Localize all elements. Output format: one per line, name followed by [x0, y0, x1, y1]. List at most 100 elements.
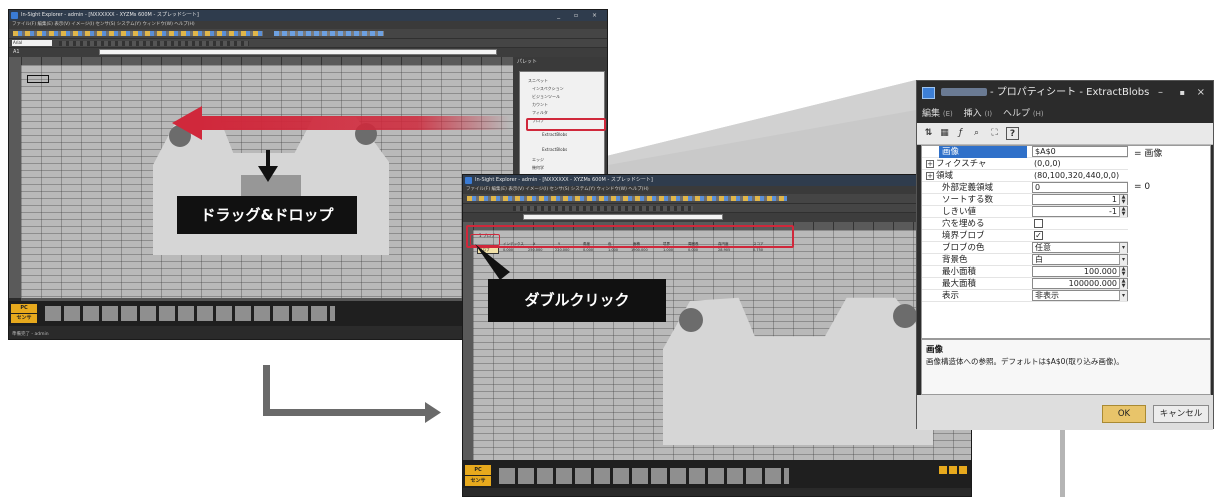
image-result-note: = 画像: [1134, 149, 1163, 159]
menu-insert-key: (I): [984, 110, 993, 118]
menu-insert[interactable]: 挿入 (I): [964, 109, 992, 119]
double-click-callout: ダブルクリック: [488, 279, 666, 322]
property-name: 領域: [936, 171, 954, 181]
background-color-select[interactable]: 白 ▾: [1032, 254, 1128, 265]
property-name: しきい値: [942, 207, 977, 217]
sort-icon[interactable]: ⇅: [922, 127, 935, 140]
menu-help[interactable]: ヘルプ (H): [1003, 109, 1044, 119]
property-row-boundary-blobs[interactable]: 境界ブロブ ✓: [922, 230, 1128, 242]
property-row-external-region[interactable]: 外部定義領域 0: [922, 182, 1128, 194]
property-row-min-area[interactable]: 最小面積 100.000 ▲ ▼: [922, 266, 1128, 278]
property-name: 境界ブロブ: [942, 231, 985, 241]
dialog-titlebar: - プロパティシート - ExtractBlobs – ▪ ×: [917, 81, 1213, 105]
chevron-down-icon[interactable]: ▾: [1119, 255, 1127, 265]
value-cell: 220.000: [555, 248, 570, 252]
spinner-icon[interactable]: ▲ ▼: [1119, 279, 1127, 289]
cancel-button[interactable]: キャンセル: [1153, 405, 1209, 423]
max-area-input[interactable]: 100000.000 ▲ ▼: [1032, 278, 1128, 289]
property-row-image[interactable]: 画像 $A$0: [922, 146, 1128, 158]
filmstrip-thumbnails[interactable]: [499, 468, 789, 484]
property-row-sort-count[interactable]: ソートする数 1 ▲ ▼: [922, 194, 1128, 206]
menu-help-key: (H): [1032, 110, 1044, 118]
value-cell: 1.000: [608, 248, 619, 252]
min-area-input[interactable]: 100.000 ▲ ▼: [1032, 266, 1128, 277]
boundary-blobs-checkbox[interactable]: ✓: [1034, 231, 1043, 240]
property-name: 最小面積: [942, 267, 977, 277]
blob-color-select[interactable]: 任意 ▾: [1032, 242, 1128, 253]
toolbar[interactable]: [463, 194, 971, 204]
pc-button[interactable]: PC: [465, 465, 491, 475]
property-row-threshold[interactable]: しきい値 -1 ▲ ▼: [922, 206, 1128, 218]
property-row-display[interactable]: 表示 非表示 ▾: [922, 290, 1128, 302]
dialog-toolbar: ⇅ ▦ ƒ ⌕ ⛶ ?: [917, 123, 1213, 145]
maximize-icon[interactable]: ▪: [1180, 81, 1185, 105]
help-icon[interactable]: ?: [1006, 127, 1019, 140]
format-toolbar[interactable]: [463, 204, 971, 213]
chevron-down-icon[interactable]: ▾: [1119, 243, 1127, 253]
expand-icon[interactable]: +: [926, 160, 934, 168]
close-icon[interactable]: ×: [1197, 81, 1205, 105]
description-text: 画像構造体への参照。デフォルトは$A$0(取り込み画像)。: [926, 357, 1124, 366]
spinner-icon[interactable]: ▲ ▼: [1119, 207, 1127, 217]
menu-edit[interactable]: 編集 (E): [922, 109, 953, 119]
property-row-max-area[interactable]: 最大面積 100000.000 ▲ ▼: [922, 278, 1128, 290]
fit-icon[interactable]: ⛶: [988, 127, 1001, 140]
property-name: 画像: [939, 146, 1027, 158]
minimize-icon[interactable]: –: [1158, 81, 1163, 105]
toolbar-icons[interactable]: [467, 196, 787, 201]
property-name: 表示: [942, 291, 960, 301]
app-icon: [465, 177, 472, 184]
menu-edit-label: 編集: [922, 109, 941, 119]
chevron-down-icon[interactable]: ▾: [1119, 291, 1127, 301]
menu-insert-label: 挿入: [963, 109, 982, 119]
property-row-region[interactable]: + 領域 (80,100,320,440,0,0): [922, 170, 1128, 182]
sensor-button[interactable]: センサ: [465, 476, 491, 486]
menu-bar[interactable]: ファイル(F) 編集(E) 表示(V) イメージ(I) センサ(S) システム(…: [463, 186, 971, 194]
spreadsheet-grid[interactable]: 1 ブロブ インデックス X Y 角度 色 面積 境界 周囲長 真円度 スコア …: [473, 230, 971, 460]
value-cell: 250.000: [528, 248, 543, 252]
status-bar: [463, 488, 971, 496]
value-cell: 0.000: [583, 248, 594, 252]
search-icon[interactable]: ⌕: [970, 127, 983, 140]
menu-help-label: ヘルプ: [1002, 109, 1030, 119]
spinner-icon[interactable]: ▲ ▼: [1119, 267, 1127, 277]
property-name: 穴を埋める: [942, 219, 985, 229]
property-row-background-color[interactable]: 背景色 白 ▾: [922, 254, 1128, 266]
dialog-menu-bar: 編集 (E) 挿入 (I) ヘルプ (H): [917, 105, 1213, 123]
external-region-input[interactable]: 0: [1032, 182, 1128, 193]
formula-input[interactable]: [523, 214, 723, 220]
property-row-blob-color[interactable]: ブロブの色 任意 ▾: [922, 242, 1128, 254]
max-area-value: 100000.000: [1068, 279, 1117, 288]
property-row-fill-holes[interactable]: 穴を埋める: [922, 218, 1128, 230]
property-name: 外部定義領域: [942, 183, 994, 193]
dialog-app-icon: [922, 87, 935, 99]
window-titlebar: In-Sight Explorer - admin - [NXXXXXX - X…: [463, 175, 971, 186]
grid-icon[interactable]: ▦: [938, 127, 951, 140]
property-row-fixture[interactable]: + フィクスチャ (0,0,0): [922, 158, 1128, 170]
description-title: 画像: [926, 345, 944, 355]
ok-button[interactable]: OK: [1102, 405, 1146, 423]
background-color-value: 白: [1035, 255, 1043, 264]
display-value: 非表示: [1035, 291, 1059, 300]
image-input[interactable]: $A$0: [1032, 146, 1128, 157]
display-select[interactable]: 非表示 ▾: [1032, 290, 1128, 301]
property-sheet-dialog: - プロパティシート - ExtractBlobs – ▪ × 編集 (E) 挿…: [916, 80, 1214, 430]
expand-icon[interactable]: +: [926, 172, 934, 180]
workpiece-hole-left: [679, 308, 703, 332]
window-title: In-Sight Explorer - admin - [NXXXXXX - X…: [475, 177, 653, 183]
sort-count-input[interactable]: 1 ▲ ▼: [1032, 194, 1128, 205]
workpiece-hole-right: [893, 304, 917, 328]
filmstrip-controls[interactable]: [939, 466, 969, 474]
function-icon[interactable]: ƒ: [954, 127, 967, 140]
dialog-title: - プロパティシート - ExtractBlobs: [990, 87, 1150, 98]
description-panel: 画像 画像構造体への参照。デフォルトは$A$0(取り込み画像)。: [921, 339, 1211, 395]
value-cell: 1900.000: [631, 248, 648, 252]
threshold-input[interactable]: -1 ▲ ▼: [1032, 206, 1128, 217]
spinner-icon[interactable]: ▲ ▼: [1119, 195, 1127, 205]
format-icons[interactable]: [513, 206, 693, 211]
dialog-footer: OK キャンセル: [917, 395, 1213, 430]
property-name: ソートする数: [942, 195, 994, 205]
property-name: フィクスチャ: [936, 159, 987, 169]
fill-holes-checkbox[interactable]: [1034, 219, 1043, 228]
property-name: 最大面積: [942, 279, 977, 289]
